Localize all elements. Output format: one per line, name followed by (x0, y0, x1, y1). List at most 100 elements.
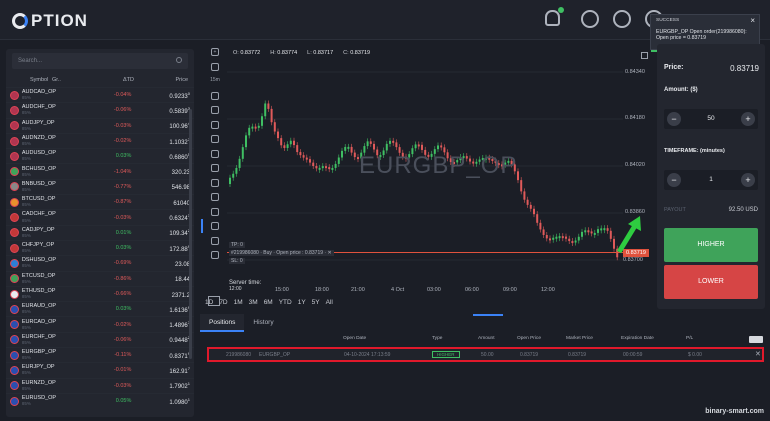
range-button[interactable]: 1Y (298, 299, 306, 306)
search-input[interactable]: Search... (12, 53, 188, 69)
range-button[interactable]: All (326, 299, 333, 306)
position-row[interactable]: 219986080 EURGBP_OP 04-10-2024 17:13:59 … (207, 347, 764, 362)
scrollbar[interactable] (189, 109, 192, 359)
asset-row[interactable]: AUDCAD_OP 85% -0.04% 0.92330 (6, 87, 194, 102)
asset-rows: AUDCAD_OP 85% -0.04% 0.92330 AUDCHF_OP 85% -0.… (6, 87, 194, 408)
text-icon[interactable] (211, 149, 219, 158)
asset-price: 0.5839 (169, 108, 188, 115)
higher-button[interactable]: HIGHER (664, 228, 758, 262)
expand-icon[interactable] (641, 52, 648, 59)
app-logo[interactable]: PTION (12, 11, 88, 31)
asset-row[interactable]: AUDNZD_OP85% -0.02%1.10327 (6, 132, 194, 148)
indicator-icon[interactable] (211, 91, 219, 100)
asset-row[interactable]: BTCUSD_OP 85% -0.87% 61040 (6, 194, 194, 209)
brush-icon[interactable] (211, 164, 219, 172)
magnet-icon[interactable] (211, 207, 219, 216)
asset-name-cell: BCHUSD_OP 85% (22, 166, 96, 178)
stats-icon[interactable] (581, 10, 599, 28)
asset-price-cell: 172.889 (131, 244, 190, 253)
asset-row[interactable]: DSHUSD_OP 85% -0.69% 23.08 (6, 255, 194, 270)
amount-minus-button[interactable]: − (667, 112, 681, 126)
asset-row[interactable]: AUDCHF_OP85% -0.06%0.58393 (6, 102, 194, 117)
asset-flag-icon (10, 151, 19, 161)
range-selector: 1D 7D 1M 3M 6M YTD 1Y 5Y All (205, 299, 333, 306)
gear-icon[interactable] (613, 10, 631, 28)
zoom-in-icon[interactable] (211, 178, 219, 187)
fullscreen-icon[interactable] (211, 236, 219, 245)
candle-body (241, 147, 244, 159)
asset-price-cell: 0.58393 (131, 106, 190, 115)
asset-price-cell: 0.94482 (131, 335, 190, 344)
timeframe-stepper[interactable]: 1 − + (664, 170, 758, 190)
drawing-toolbar: + 15m (201, 44, 225, 309)
asset-payout: 85% (21, 202, 31, 208)
col-amount: Amount (478, 336, 495, 341)
asset-row[interactable]: ETCUSD_OP 85% -0.86% 18.44 (6, 270, 194, 286)
asset-price: 0.9448 (169, 338, 188, 345)
zoom-out-icon[interactable] (211, 193, 219, 201)
tp-label[interactable]: TP: 0 (229, 242, 245, 248)
asset-row[interactable]: CADJPY_OP85% 0.01%109.342 (6, 224, 194, 240)
candle-body (232, 173, 235, 178)
toast-close-icon[interactable]: × (750, 16, 755, 25)
range-button[interactable]: 1M (234, 299, 243, 306)
candle-body (302, 155, 305, 158)
asset-row[interactable]: EURUSD_OP 85% 0.05% 1.09801 (6, 392, 194, 408)
trendline-icon[interactable] (211, 106, 219, 114)
candle-body (571, 241, 574, 244)
candles-icon[interactable] (211, 62, 219, 71)
asset-row[interactable]: CHFJPY_OP85% 0.03%172.889 (6, 239, 194, 255)
asset-row[interactable]: CADCHF_OP85% -0.03%0.63243 (6, 209, 194, 224)
position-close-icon[interactable]: ✕ (755, 350, 761, 358)
asset-row[interactable]: EURCHF_OP85% -0.06%0.94482 (6, 331, 194, 347)
asset-row[interactable]: ETHUSD_OP 85% -0.66% 2371.2 (6, 285, 194, 301)
header-change[interactable]: ΔTD (92, 77, 134, 83)
candle-body (520, 180, 523, 192)
asset-payout: 85% (21, 385, 31, 391)
horizontal-line-icon[interactable] (211, 120, 219, 129)
asset-row[interactable]: AUDJPY_OP85% -0.03%100.964 (6, 117, 194, 133)
candle-body (321, 166, 324, 169)
amount-plus-button[interactable]: + (741, 112, 755, 126)
lower-button[interactable]: LOWER (664, 265, 758, 299)
header-group[interactable]: Gr.. (52, 77, 92, 83)
amount-stepper[interactable]: 50 − + (664, 109, 758, 129)
tab-positions[interactable]: Positions (200, 314, 245, 332)
tab-history[interactable]: History (244, 314, 282, 332)
fork-icon[interactable] (211, 135, 219, 143)
range-button[interactable]: YTD (279, 299, 292, 306)
close-all-button[interactable] (749, 336, 763, 343)
asset-row[interactable]: BCHUSD_OP 85% -1.04% 320.23 (6, 163, 194, 178)
eye-icon[interactable] (211, 222, 219, 230)
camera-icon[interactable] (211, 251, 219, 259)
asset-row[interactable]: AUDUSD_OP85% 0.03%0.68605 (6, 148, 194, 163)
timeframe-minus-button[interactable]: − (667, 173, 681, 187)
asset-row[interactable]: EURNZD_OP 85% -0.03% 1.79021 (6, 377, 194, 393)
candle-body (270, 108, 273, 123)
asset-payout: 85% (21, 156, 31, 162)
header-price[interactable]: Price (134, 77, 188, 83)
range-button[interactable]: 6M (264, 299, 273, 306)
crosshair-icon[interactable]: + (211, 48, 219, 56)
order-label[interactable]: #219986080 · Buy · Open price : 0.83719 … (229, 250, 334, 256)
range-button[interactable]: 7D (219, 299, 227, 306)
range-button[interactable]: 1D (205, 299, 213, 306)
asset-row[interactable]: EURGBP_OP85% -0.11%0.83719 (6, 347, 194, 362)
asset-row[interactable]: EURCAD_OP85% -0.02%1.48967 (6, 316, 194, 331)
panel-resize-handle[interactable] (473, 314, 503, 316)
sl-label[interactable]: SL: 0 (229, 258, 245, 264)
asset-payout: 85% (21, 278, 31, 284)
asset-row[interactable]: EURJPY_OP 85% -0.01% 162.917 (6, 362, 194, 377)
range-button[interactable]: 3M (249, 299, 258, 306)
server-time: Server time: 12:00 (229, 280, 261, 292)
range-button[interactable]: 5Y (312, 299, 320, 306)
bell-icon[interactable] (545, 7, 564, 26)
asset-row[interactable]: EURAUD_OP85% 0.03%1.61369 (6, 301, 194, 316)
price-chart[interactable]: O: 0.83772 H: 0.83774 L: 0.83717 C: 0.83… (205, 44, 652, 309)
timeframe-plus-button[interactable]: + (741, 173, 755, 187)
asset-row[interactable]: BNBUSD_OP 85% -0.77% 546.98 (6, 178, 194, 194)
asset-name-cell: EURCAD_OP 85% (22, 319, 96, 331)
header-symbol[interactable]: Symbol (30, 77, 52, 83)
asset-payout: 85% (21, 294, 31, 299)
interval-button[interactable]: 15m (208, 77, 222, 85)
